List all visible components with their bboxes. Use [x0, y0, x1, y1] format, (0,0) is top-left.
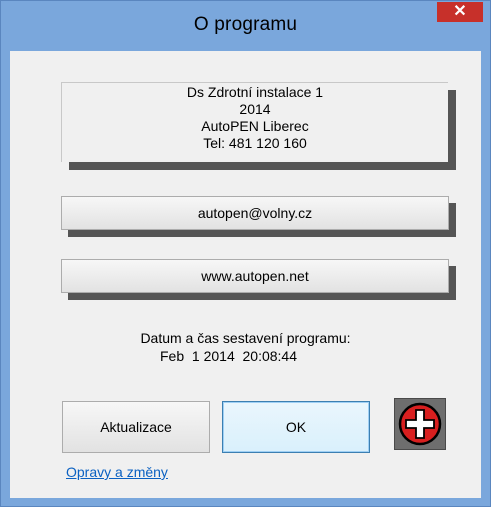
- dialog-content: Ds Zdrotní instalace 1 2014 AutoPEN Libe…: [10, 51, 481, 498]
- ok-button[interactable]: OK: [222, 401, 370, 453]
- changes-link[interactable]: Opravy a změny: [66, 464, 168, 480]
- about-dialog: O programu ✕ Ds Zdrotní instalace 1 2014…: [0, 0, 491, 507]
- window-title: O programu: [193, 14, 298, 35]
- website-button[interactable]: www.autopen.net: [61, 259, 449, 293]
- info-line-phone: Tel: 481 120 160: [203, 135, 307, 151]
- close-icon: ✕: [453, 3, 467, 20]
- update-button[interactable]: Aktualizace: [62, 401, 210, 453]
- info-line-product: Ds Zdrotní instalace 1: [186, 84, 324, 100]
- program-info-box: Ds Zdrotní instalace 1 2014 AutoPEN Libe…: [61, 82, 448, 162]
- red-cross-icon: [398, 402, 442, 446]
- app-icon-button[interactable]: [394, 398, 446, 450]
- info-line-year: 2014: [239, 101, 271, 117]
- info-line-company: AutoPEN Liberec: [201, 118, 309, 134]
- close-button[interactable]: ✕: [437, 2, 483, 22]
- build-date-value: Feb 1 2014 20:08:44: [160, 348, 297, 364]
- title-bar[interactable]: O programu ✕: [1, 1, 490, 51]
- build-date-label: Datum a čas sestavení programu:: [140, 330, 351, 346]
- email-button[interactable]: autopen@volny.cz: [61, 196, 449, 230]
